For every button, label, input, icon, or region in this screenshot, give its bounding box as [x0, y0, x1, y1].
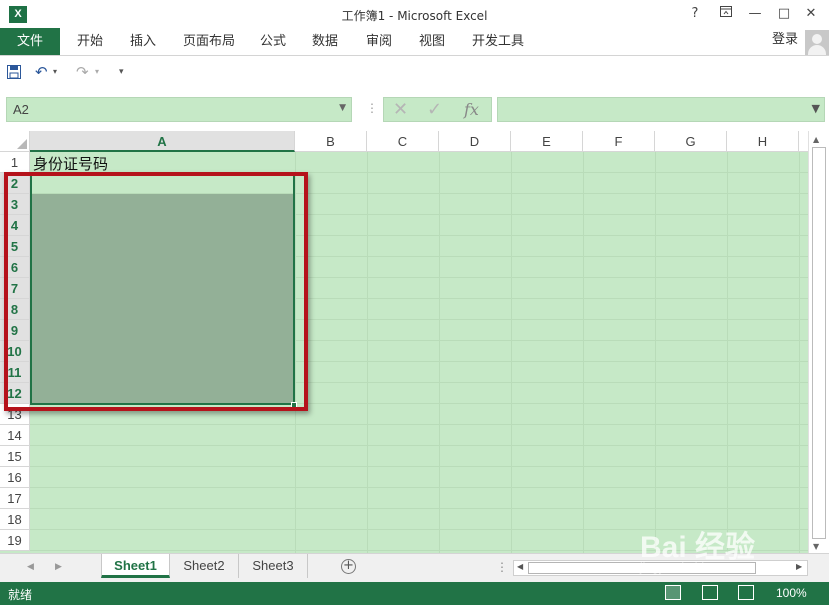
save-icon[interactable] [7, 65, 21, 83]
scroll-down-icon[interactable]: ▼ [813, 542, 819, 551]
gridline [30, 487, 808, 488]
customize-toolbar-icon[interactable]: ▾ [119, 67, 124, 77]
split-handle-icon[interactable]: ⋮ [496, 560, 508, 574]
tab-review[interactable]: 审阅 [366, 28, 392, 55]
tab-view[interactable]: 视图 [419, 28, 445, 55]
next-sheet-icon[interactable]: ▶ [55, 562, 62, 572]
page-layout-view-icon[interactable] [702, 585, 718, 600]
vertical-scrollbar[interactable]: ▲ ▼ [808, 131, 829, 553]
column-header-c[interactable]: C [367, 131, 439, 152]
tab-insert[interactable]: 插入 [130, 28, 156, 55]
ribbon-tabs: 文件 开始 插入 页面布局 公式 数据 审阅 视图 开发工具 登录 [0, 28, 829, 55]
row-header[interactable]: 16 [0, 467, 30, 488]
row-header[interactable]: 1 [0, 152, 30, 173]
undo-dropdown-icon[interactable]: ▾ [53, 67, 57, 76]
row-header[interactable]: 18 [0, 509, 30, 530]
gridline [727, 152, 728, 553]
quick-access-toolbar: ↶ ▾ ↷ ▾ ▾ [0, 60, 829, 88]
gridline [30, 445, 808, 446]
normal-view-icon[interactable] [665, 585, 681, 600]
gridline [30, 466, 808, 467]
baidu-watermark-url: jingyan.baidu.com [640, 560, 737, 574]
previous-sheet-icon[interactable]: ◀ [27, 562, 34, 572]
scroll-right-icon[interactable]: ▶ [796, 562, 802, 571]
expand-formula-bar-icon[interactable]: ▼ [812, 102, 820, 115]
name-box[interactable]: A2 ▼ [6, 97, 352, 122]
scroll-left-icon[interactable]: ◀ [517, 562, 523, 571]
gridline [367, 152, 368, 553]
ribbon-divider [0, 55, 829, 56]
row-header[interactable]: 19 [0, 530, 30, 551]
ribbon-display-options-button[interactable] [716, 6, 736, 22]
undo-icon[interactable]: ↶ [35, 63, 48, 81]
page-break-view-icon[interactable] [738, 585, 754, 600]
gridline [30, 508, 808, 509]
cell-a1[interactable]: 身份证号码 [33, 153, 108, 174]
column-header-e[interactable]: E [511, 131, 583, 152]
new-sheet-button[interactable]: + [341, 559, 356, 574]
user-avatar-icon[interactable] [805, 30, 829, 55]
name-box-value: A2 [13, 102, 29, 117]
restore-ribbon-icon [720, 6, 732, 17]
file-tab[interactable]: 文件 [0, 28, 60, 55]
maximize-button[interactable]: □ [774, 6, 794, 22]
insert-function-icon[interactable]: fx [464, 100, 479, 119]
formula-input[interactable]: ▼ [497, 97, 825, 122]
cancel-icon[interactable]: ✕ [393, 99, 408, 120]
sheet-tab-sheet1[interactable]: Sheet1 [101, 554, 170, 578]
zoom-level[interactable]: 100% [776, 586, 807, 600]
sign-in-link[interactable]: 登录 [772, 28, 798, 52]
tab-developer[interactable]: 开发工具 [472, 28, 524, 55]
tab-formulas[interactable]: 公式 [260, 28, 286, 55]
gridline [583, 152, 584, 553]
column-header-a[interactable]: A [30, 131, 295, 152]
tab-home[interactable]: 开始 [77, 28, 103, 55]
row-header[interactable]: 17 [0, 488, 30, 509]
tab-page-layout[interactable]: 页面布局 [183, 28, 235, 55]
sheet-tab-sheet3[interactable]: Sheet3 [239, 554, 308, 578]
column-header-partial[interactable] [799, 131, 808, 152]
title-bar: X 工作簿1 - Microsoft Excel ? — □ ✕ [0, 0, 829, 28]
redo-dropdown-icon[interactable]: ▾ [95, 67, 99, 76]
enter-icon[interactable]: ✓ [427, 99, 442, 120]
tab-data[interactable]: 数据 [312, 28, 338, 55]
gridline [30, 424, 808, 425]
select-all-button[interactable] [0, 131, 30, 152]
gridline [655, 152, 656, 553]
minimize-button[interactable]: — [745, 6, 765, 22]
redo-icon[interactable]: ↷ [76, 63, 89, 81]
column-header-b[interactable]: B [295, 131, 367, 152]
column-header-h[interactable]: H [727, 131, 799, 152]
formula-bar-grip[interactable]: ⋮ [366, 101, 378, 115]
status-bar: 就绪 100% [0, 582, 829, 605]
status-text: 就绪 [8, 588, 33, 602]
formula-buttons: ✕ ✓ fx [383, 97, 492, 122]
sheet-tab-sheet2[interactable]: Sheet2 [170, 554, 239, 578]
close-button[interactable]: ✕ [801, 6, 821, 22]
gridline [511, 152, 512, 553]
column-header-d[interactable]: D [439, 131, 511, 152]
row-header[interactable]: 15 [0, 446, 30, 467]
vertical-scroll-thumb[interactable] [812, 147, 826, 539]
annotation-highlight-box [4, 172, 308, 411]
scroll-up-icon[interactable]: ▲ [813, 135, 819, 144]
gridline [799, 152, 800, 553]
column-header-g[interactable]: G [655, 131, 727, 152]
gridline [439, 152, 440, 553]
row-header[interactable]: 14 [0, 425, 30, 446]
help-button[interactable]: ? [685, 6, 705, 22]
name-box-dropdown-icon[interactable]: ▼ [339, 103, 346, 113]
column-header-f[interactable]: F [583, 131, 655, 152]
